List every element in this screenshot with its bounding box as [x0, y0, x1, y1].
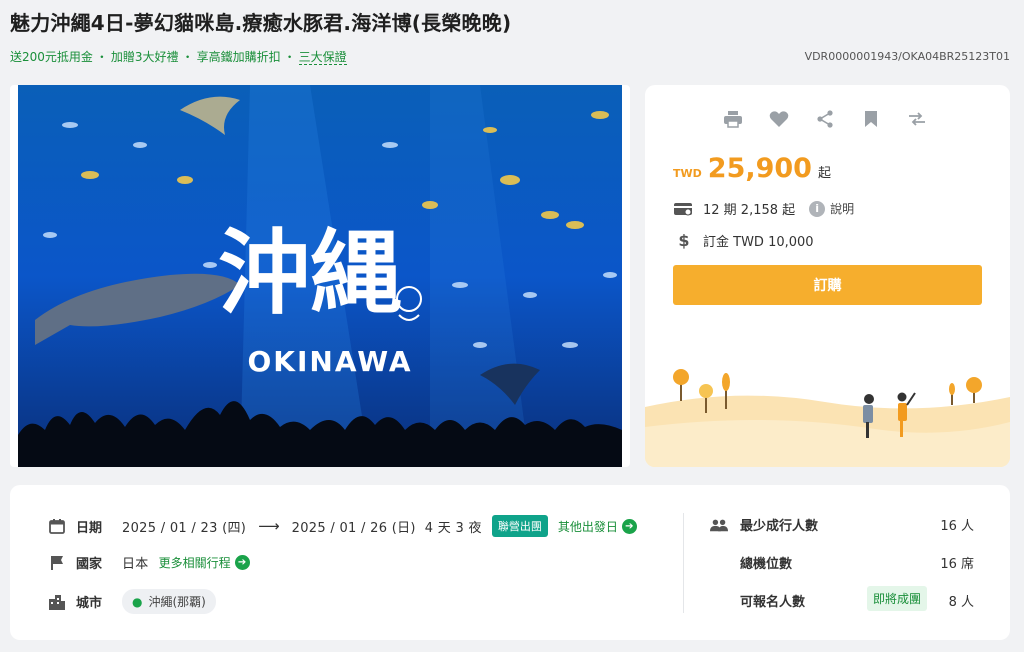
installment-row: 12 期 2,158 起 i 說明	[673, 199, 854, 218]
promo-voucher: 送200元抵用金	[10, 50, 93, 64]
more-tours-label: 更多相關行程	[158, 556, 231, 570]
city-label: 城市	[76, 596, 103, 611]
min-people-label: 最少成行人數	[740, 519, 819, 534]
arrow-circle-icon: ➔	[621, 518, 637, 534]
promo-separator: ・	[181, 50, 194, 64]
currency: TWD	[673, 167, 702, 180]
promo-separator: ・	[95, 50, 108, 64]
compare-icon[interactable]	[907, 109, 927, 129]
flag-icon	[48, 554, 66, 572]
seats-label: 總機位數	[740, 557, 793, 572]
divider	[683, 513, 684, 613]
tool-icons	[723, 109, 927, 129]
available-label: 可報名人數	[740, 595, 806, 610]
seats-row: 總機位數	[740, 553, 792, 572]
status-badge: 即將成團	[867, 586, 928, 611]
hero-title: 沖縄	[218, 220, 402, 327]
print-icon[interactable]	[723, 109, 743, 129]
share-icon[interactable]	[815, 109, 835, 129]
other-dates-link[interactable]: 其他出發日 ➔	[558, 518, 637, 535]
duration: 4 天 3 夜	[424, 520, 482, 536]
price-card: TWD 25,900 起 12 期 2,158 起 i 說明 $ 訂金 TWD …	[645, 85, 1010, 467]
credit-card-icon	[673, 201, 695, 217]
location-pin-icon: ●	[132, 594, 143, 609]
city-row: 城市 ● 沖繩(那覇)	[48, 589, 216, 614]
price-row: TWD 25,900 起	[673, 153, 831, 184]
more-tours-link[interactable]: 更多相關行程 ➔	[159, 554, 250, 571]
promo-separator: ・	[283, 50, 296, 64]
travel-illustration	[645, 369, 1010, 467]
book-button[interactable]: 訂購	[673, 265, 982, 305]
price-suffix: 起	[817, 166, 831, 181]
min-people-row: 最少成行人數	[710, 515, 818, 534]
product-code: VDR0000001943/OKA04BR25123T01	[804, 50, 1010, 63]
heart-icon[interactable]	[769, 109, 789, 129]
other-dates-label: 其他出發日	[557, 519, 618, 534]
installment-text: 12 期 2,158 起	[703, 203, 796, 218]
date-row: 日期 2025 / 01 / 23 (四) ⟶ 2025 / 01 / 26 (…	[48, 515, 637, 537]
guarantee-link[interactable]: 三大保證	[298, 50, 347, 65]
price-amount: 25,900	[707, 153, 812, 184]
bookmark-icon[interactable]	[861, 109, 881, 129]
page-title: 魅力沖繩4日-夢幻貓咪島.療癒水豚君.海洋博(長榮晚晚)	[10, 11, 512, 35]
dollar-icon: $	[678, 231, 690, 250]
info-icon[interactable]: i	[809, 200, 826, 217]
promo-line: 送200元抵用金・加贈3大好禮・享高鐵加購折扣・三大保證	[10, 48, 347, 65]
date-label: 日期	[76, 520, 103, 536]
available-value: 8 人	[948, 595, 974, 610]
country-row: 國家 日本 更多相關行程 ➔	[48, 553, 250, 572]
seats-value: 16 席	[940, 557, 974, 572]
arrow-circle-icon: ➔	[234, 555, 250, 570]
country-label: 國家	[76, 557, 103, 572]
explain-link[interactable]: 說明	[830, 200, 854, 217]
arrow-right-icon: ⟶	[258, 517, 280, 535]
promo-gifts: 加贈3大好禮	[110, 50, 179, 64]
available-badge-wrap: 即將成團	[867, 586, 928, 611]
tour-info-panel: 日期 2025 / 01 / 23 (四) ⟶ 2025 / 01 / 26 (…	[10, 485, 1010, 640]
available-row: 可報名人數	[740, 591, 805, 610]
hero-image: 沖縄 OKINAWA	[10, 85, 630, 467]
deposit-row: $ 訂金 TWD 10,000	[673, 231, 814, 250]
start-date: 2025 / 01 / 23 (四)	[122, 520, 247, 536]
city-value: 沖繩(那覇)	[148, 595, 206, 609]
tour-type-badge: 聯營出團	[491, 515, 548, 537]
deposit-text: 訂金 TWD 10,000	[703, 235, 814, 250]
city-icon	[48, 593, 66, 611]
group-icon	[710, 516, 728, 534]
city-chip[interactable]: ● 沖繩(那覇)	[122, 589, 216, 614]
calendar-icon	[48, 517, 66, 535]
hero-subtitle: OKINAWA	[247, 345, 412, 378]
end-date: 2025 / 01 / 26 (日)	[291, 520, 416, 536]
promo-hsr: 享高鐵加購折扣	[196, 50, 281, 64]
min-people-value: 16 人	[940, 519, 974, 534]
country-value: 日本	[122, 557, 149, 572]
